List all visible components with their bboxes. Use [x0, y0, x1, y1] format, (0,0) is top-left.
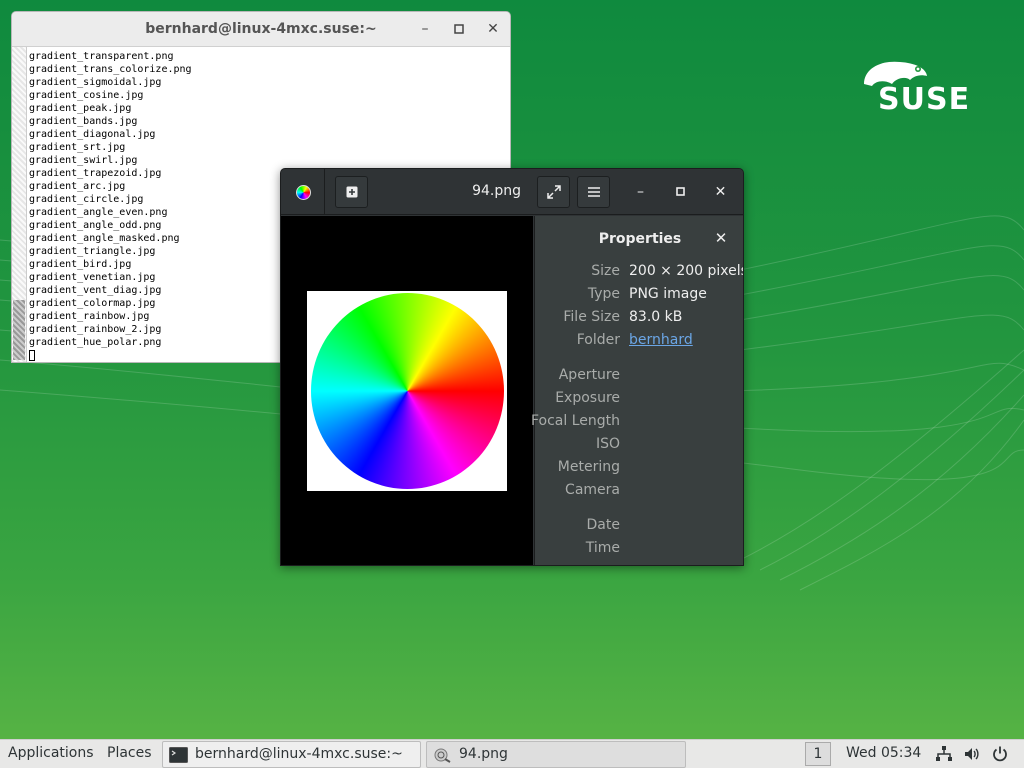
terminal-line: gradient_trans_colorize.png: [29, 64, 192, 75]
terminal-line: gradient_sigmoidal.jpg: [29, 77, 162, 88]
image-viewer-icon: [434, 748, 451, 763]
terminal-title: bernhard@linux-4mxc.suse:~: [145, 21, 377, 37]
scrollbar-thumb[interactable]: [13, 300, 25, 360]
places-menu[interactable]: Places: [107, 745, 152, 761]
terminal-line: gradient_cosine.jpg: [29, 90, 144, 101]
prop-size: Size 200 × 200 pixels: [591, 263, 744, 279]
taskbar: Applications Places bernhard@linux-4mxc.…: [0, 739, 1024, 768]
hamburger-icon: [587, 187, 600, 197]
prop-focal-length: Focal Length: [530, 413, 620, 429]
prop-filesize: File Size 83.0 kB: [563, 309, 683, 325]
terminal-icon: [169, 747, 188, 763]
terminal-line: gradient_swirl.jpg: [29, 155, 138, 166]
prop-type: Type PNG image: [587, 286, 707, 302]
prop-date: Date: [586, 517, 620, 533]
prop-iso: ISO: [595, 436, 620, 452]
fullscreen-button[interactable]: [537, 176, 570, 208]
menu-button[interactable]: [577, 176, 610, 208]
minimize-icon[interactable]: –: [416, 20, 434, 38]
network-icon[interactable]: [935, 745, 953, 763]
close-icon[interactable]: ✕: [484, 20, 502, 38]
prop-folder: Folder bernhard: [576, 332, 693, 348]
maximize-icon[interactable]: [450, 20, 468, 38]
terminal-titlebar[interactable]: bernhard@linux-4mxc.suse:~ – ✕: [12, 12, 510, 47]
folder-link[interactable]: bernhard: [629, 332, 693, 348]
prop-exposure: Exposure: [555, 390, 620, 406]
task-terminal[interactable]: bernhard@linux-4mxc.suse:~: [162, 741, 421, 768]
image-viewer-window[interactable]: 94.png – ✕ Properties ✕ Size 200 × 200 p…: [280, 168, 744, 566]
image-display-area[interactable]: [281, 216, 533, 565]
properties-panel: Properties ✕ Size 200 × 200 pixels Type …: [530, 216, 744, 565]
volume-icon[interactable]: [963, 745, 981, 763]
terminal-line: gradient_bands.jpg: [29, 116, 138, 127]
power-icon[interactable]: [991, 745, 1009, 763]
displayed-image: [307, 291, 507, 491]
open-button[interactable]: [335, 176, 368, 208]
minimize-icon[interactable]: –: [624, 176, 657, 208]
close-properties-icon[interactable]: ✕: [711, 229, 731, 247]
viewer-headerbar[interactable]: 94.png – ✕: [281, 169, 743, 215]
close-icon[interactable]: ✕: [704, 176, 737, 208]
suse-logo: SUSE: [858, 58, 980, 118]
color-wheel-icon: [296, 185, 311, 200]
prop-metering: Metering: [557, 459, 620, 475]
add-icon: [346, 186, 357, 198]
terminal-scrollbar[interactable]: [12, 47, 27, 362]
maximize-icon[interactable]: [664, 176, 697, 208]
suse-wordmark: SUSE: [878, 82, 971, 117]
fullscreen-icon: [546, 185, 561, 199]
terminal-line: gradient_diagonal.jpg: [29, 129, 156, 140]
color-wheel-image: [311, 293, 504, 489]
applications-menu[interactable]: Applications: [8, 745, 94, 761]
clock[interactable]: Wed 05:34: [846, 745, 921, 761]
prop-time: Time: [585, 540, 620, 556]
terminal-line: gradient_srt.jpg: [29, 142, 126, 153]
terminal-line: gradient_peak.jpg: [29, 103, 132, 114]
prop-aperture: Aperture: [558, 367, 620, 383]
task-image-viewer[interactable]: 94.png: [426, 741, 686, 768]
viewer-title: 94.png: [472, 183, 521, 199]
workspace-indicator[interactable]: 1: [805, 742, 831, 766]
terminal-line: gradient_transparent.png: [29, 51, 174, 62]
prop-camera: Camera: [565, 482, 620, 498]
